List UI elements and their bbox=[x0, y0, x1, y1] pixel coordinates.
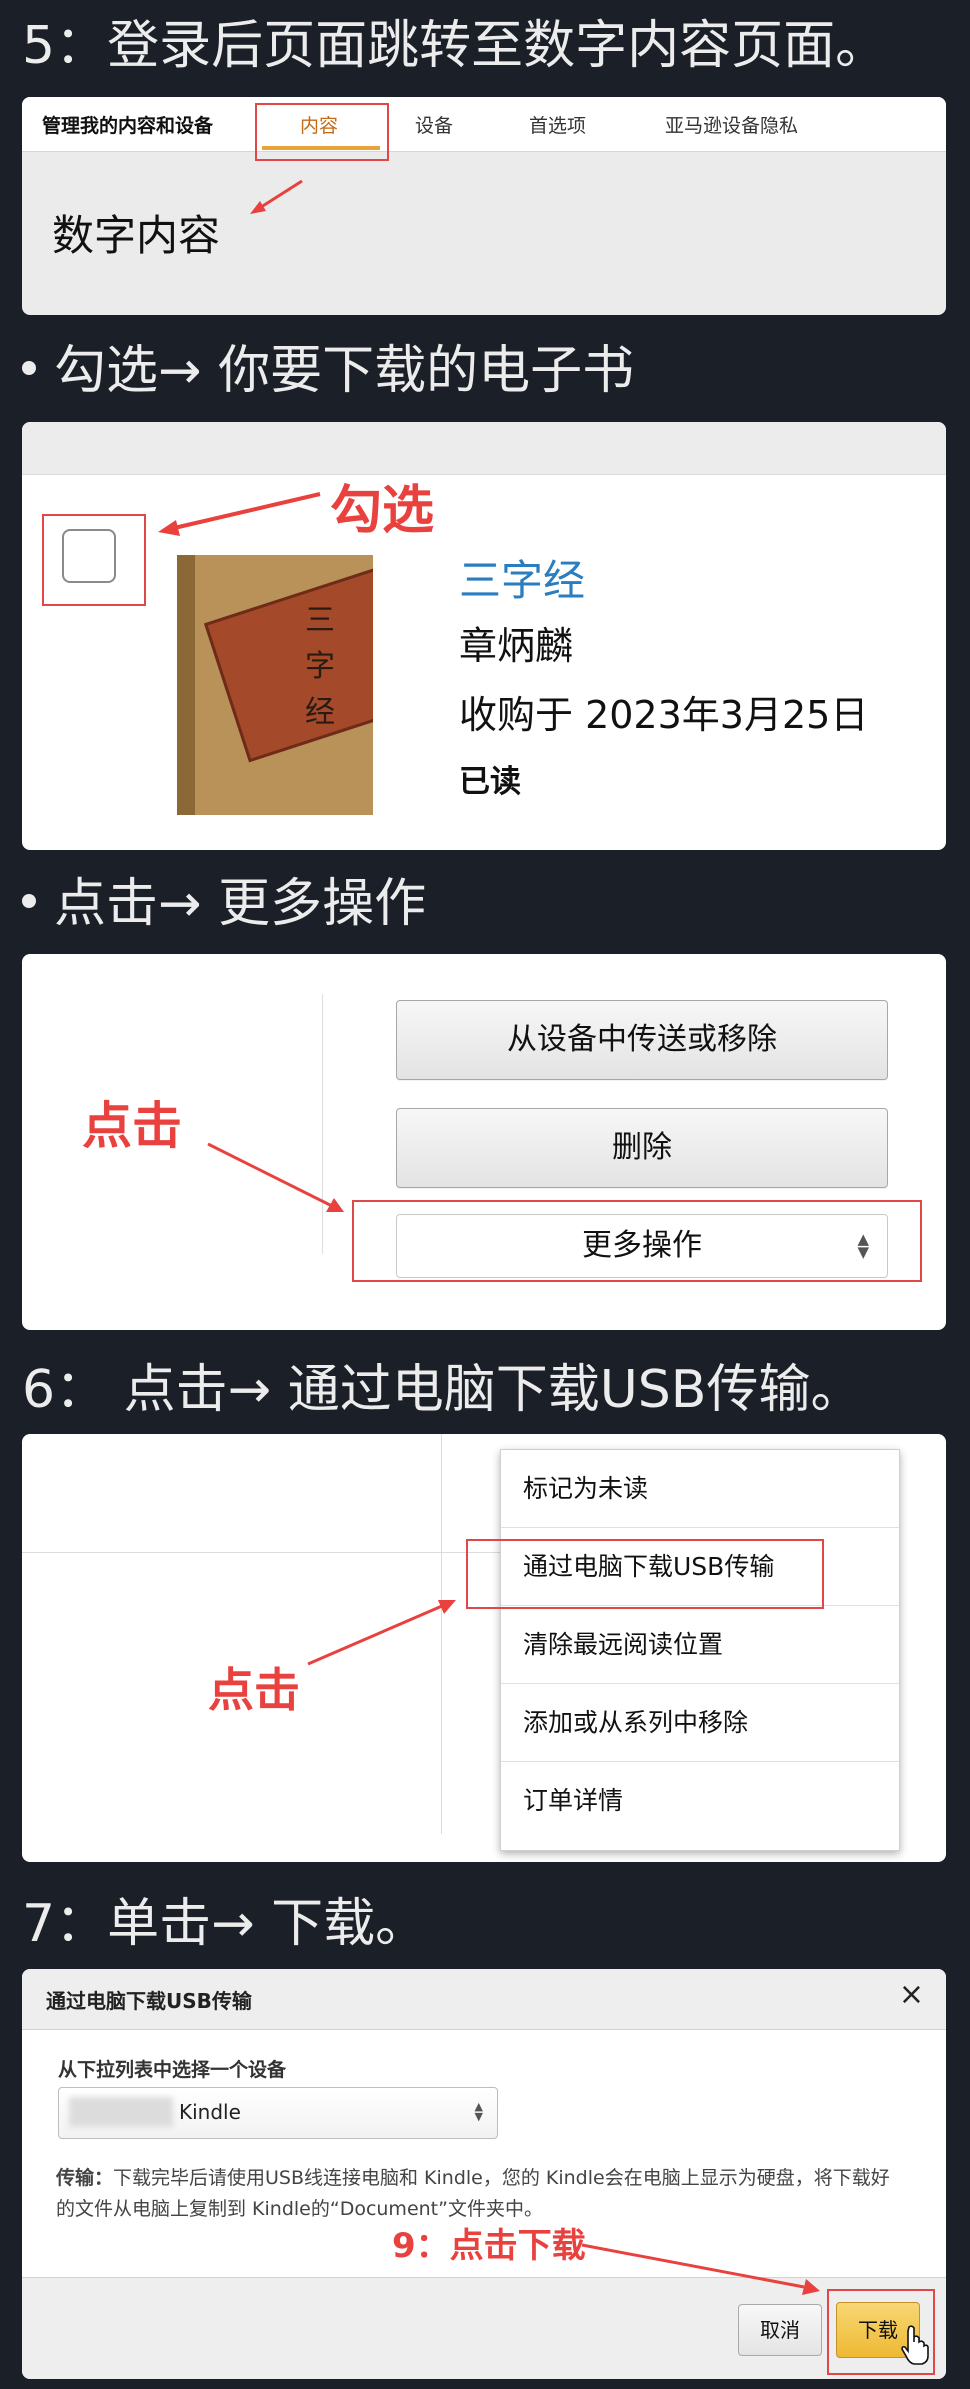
cancel-button[interactable]: 取消 bbox=[738, 2304, 822, 2356]
book-cover-image[interactable]: 三 字 经 bbox=[177, 555, 373, 815]
digital-content-card: 管理我的内容和设备 内容 设备 首选项 亚马逊设备隐私 数字内容 bbox=[22, 97, 946, 315]
more-actions-card: 从设备中传送或移除 删除 更多操作 ▲ ▼ 点击 bbox=[22, 954, 946, 1330]
cover-char: 三 bbox=[305, 603, 335, 638]
book-title-link[interactable]: 三字经 bbox=[459, 547, 585, 608]
more-arrow bbox=[207, 1142, 344, 1212]
purchase-date: 收购于 2023年3月25日 bbox=[459, 693, 869, 737]
usb-dialog: 通过电脑下载USB传输 × 从下拉列表中选择一个设备 Kindle ▲ ▼ 传输：… bbox=[22, 1969, 946, 2379]
hand-cursor-icon bbox=[901, 2325, 929, 2365]
book-author: 章炳麟 bbox=[459, 624, 574, 668]
step7-heading: 7：单击→ 下载。 bbox=[22, 1894, 428, 1954]
annotation-arrow bbox=[250, 179, 303, 214]
cover-char: 经 bbox=[305, 695, 335, 730]
step5-heading: 5：登录后页面跳转至数字内容页面。 bbox=[22, 16, 888, 76]
book-selection-card: 勾选 三 字 经 三字经 章炳麟 收购于 2023年3月25日 已读 bbox=[22, 422, 946, 850]
cover-char: 字 bbox=[305, 649, 335, 684]
read-status: 已读 bbox=[459, 764, 521, 800]
more-heading: 点击→ 更多操作 bbox=[22, 875, 426, 933]
menu-card: 标记为未读 通过电脑下载USB传输 清除最远阅读位置 添加或从系列中移除 订单详… bbox=[22, 1434, 946, 1862]
usb-arrow bbox=[307, 1600, 456, 1666]
check-heading: 勾选→ 你要下载的电子书 bbox=[22, 342, 634, 400]
step6-heading: 6： 点击→ 通过电脑下载USB传输。 bbox=[22, 1360, 863, 1420]
